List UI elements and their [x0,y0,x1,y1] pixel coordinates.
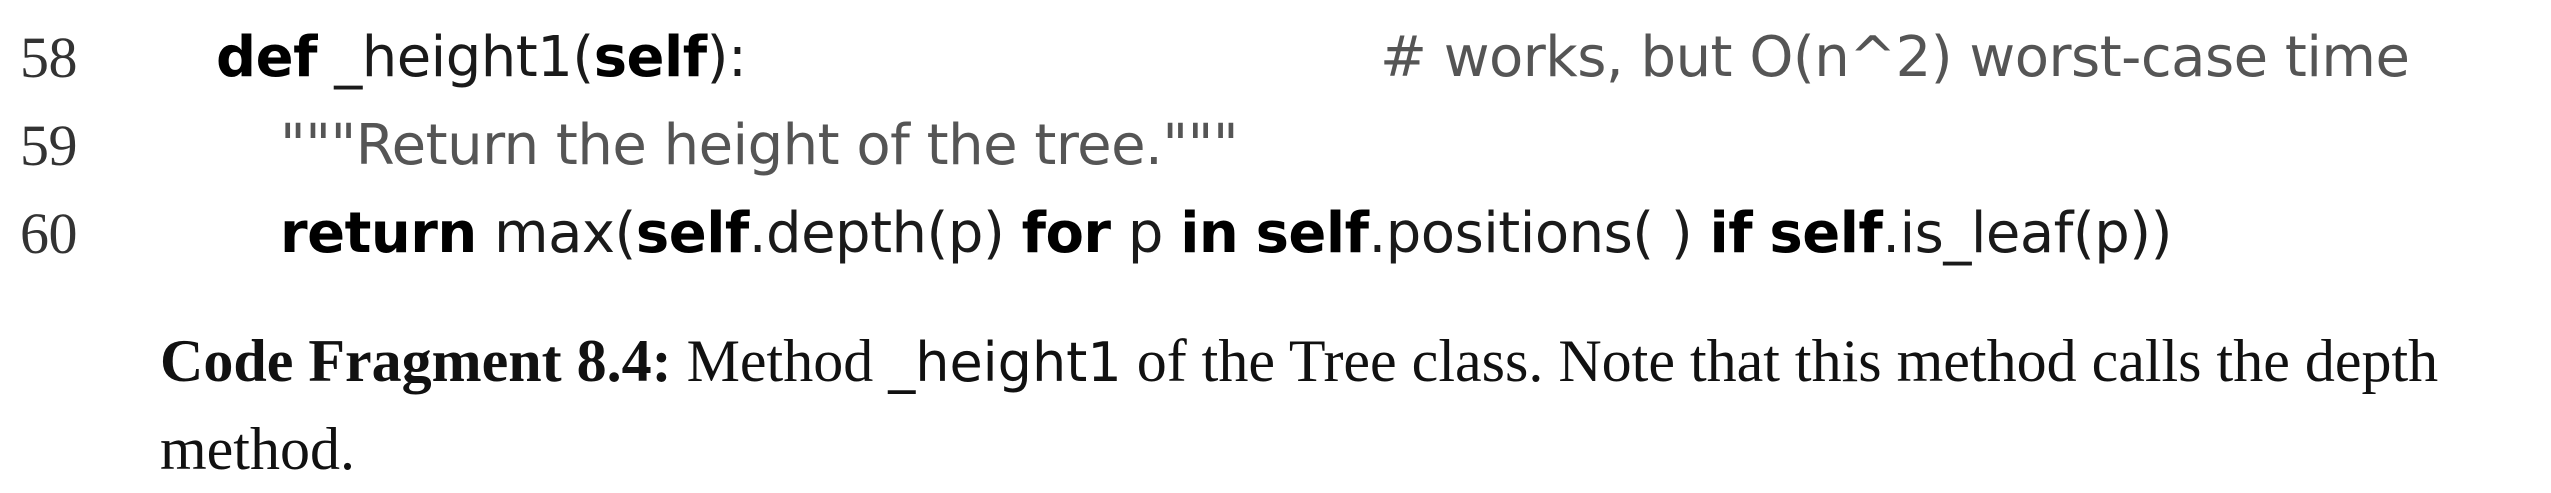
caption-text: Method [671,328,889,394]
code-fragment: max( [476,201,636,266]
code-fragment [1238,201,1255,266]
line-number: 59 [20,113,78,178]
code-caption: Code Fragment 8.4: Method _height1 of th… [160,318,2530,492]
keyword-self: self [593,25,707,90]
code-text: return max(self.depth(p) for p in self.p… [280,194,2172,274]
line-number: 58 [20,25,78,90]
code-fragment: .depth(p) [748,201,1022,266]
code-fragment: .is_leaf(p)) [1882,201,2172,266]
signature-tail: ): [706,25,747,90]
caption-method-name: _height1 [888,331,1122,394]
keyword-self: self [635,201,749,266]
code-line-58: 58 def _height1(self): # works, but O(n^… [0,18,2410,98]
code-fragment: .positions( ) [1368,201,1710,266]
keyword-in: in [1180,201,1239,266]
keyword-for: for [1021,201,1111,266]
keyword-return: return [280,201,477,266]
code-fragment: p [1110,201,1181,266]
keyword-if: if [1709,201,1753,266]
caption-label: Code Fragment 8.4: [160,328,672,394]
code-line-60: 60 return max(self.depth(p) for p in sel… [0,194,2172,274]
method-name: _height1( [316,25,594,90]
line-number: 60 [20,201,78,266]
docstring: """Return the height of the tree.""" [280,113,1239,178]
keyword-self: self [1255,201,1369,266]
keyword-def: def [216,25,317,90]
code-text: def _height1(self): [216,18,747,98]
keyword-self: self [1769,201,1883,266]
code-comment: # works, but O(n^2) worst-case time [1380,25,2410,90]
code-fragment [1752,201,1769,266]
code-line-59: 59 """Return the height of the tree.""" [0,106,1239,186]
